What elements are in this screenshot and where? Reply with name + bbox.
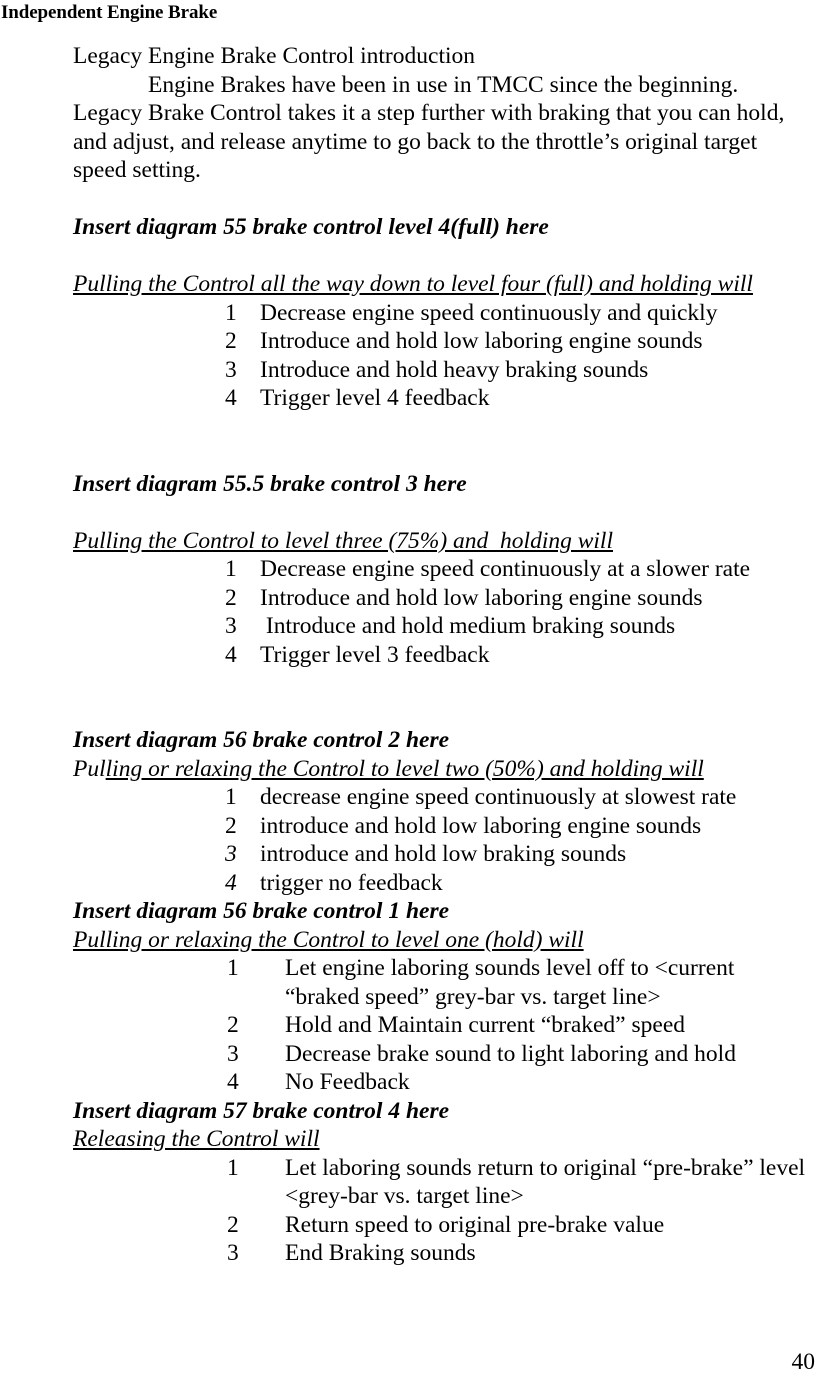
list-item-number: 4 bbox=[227, 1069, 239, 1095]
section-lead-in-3: Pulling or relaxing the Control to level… bbox=[73, 755, 808, 784]
list-item-text: Introduce and hold medium braking sounds bbox=[260, 613, 676, 639]
lead-in-underlined: Pulling the Control to level three (75%)… bbox=[73, 527, 613, 554]
list-item-number: 3 bbox=[225, 613, 237, 639]
list-item-text: Decrease engine speed continuously and q… bbox=[260, 299, 718, 326]
list-item-number: 3 bbox=[227, 1040, 239, 1067]
section-list-5: 1 Let laboring sounds return to original … bbox=[73, 1154, 808, 1268]
section-list-3: 1 decrease engine speed continuously at s… bbox=[73, 783, 808, 897]
list-item: 2 Return speed to original pre-brake valu… bbox=[73, 1211, 808, 1240]
page-title: Independent Engine Brake bbox=[1, 2, 218, 23]
list-item: 4 Trigger level 3 feedback bbox=[73, 641, 808, 670]
list-item: 1 Let engine laboring sounds level off to… bbox=[73, 954, 808, 1011]
list-item-number: 1 bbox=[225, 556, 237, 582]
list-item-text: trigger no feedback bbox=[260, 869, 443, 896]
list-item-number: 1 bbox=[225, 784, 237, 810]
section-heading-3: Insert diagram 56 brake control 2 here bbox=[73, 727, 450, 753]
section-lead-in-4: Pulling or relaxing the Control to level… bbox=[73, 926, 808, 955]
list-item-text: introduce and hold low braking sounds bbox=[260, 841, 627, 867]
list-item-text: No Feedback bbox=[285, 1069, 410, 1095]
intro-line-2: Engine Brakes have been in use in TMCC s… bbox=[73, 71, 808, 100]
list-item-text: decrease engine speed continuously at sl… bbox=[260, 784, 737, 810]
list-item-text: Trigger level 3 feedback bbox=[260, 641, 490, 668]
intro-line-2-text: Engine Brakes have been in use in TMCC s… bbox=[148, 71, 739, 98]
section-list-4: 1 Let engine laboring sounds level off to… bbox=[73, 954, 808, 1097]
list-item: 3 End Braking sounds bbox=[73, 1239, 808, 1268]
list-item: 1 decrease engine speed continuously at s… bbox=[73, 783, 808, 812]
section-heading-1: Insert diagram 55 brake control level 4(… bbox=[73, 214, 549, 240]
lead-in-underlined: Pulling or relaxing the Control to level… bbox=[73, 926, 584, 953]
section-lead-in-5: Releasing the Control will bbox=[73, 1125, 808, 1154]
list-item: 2 Hold and Maintain current “braked” spee… bbox=[73, 1011, 808, 1040]
section-heading-5: Insert diagram 57 brake control 4 here bbox=[73, 1097, 450, 1124]
list-item: 1 Decrease engine speed continuously at a… bbox=[73, 555, 808, 584]
document-body: Legacy Engine Brake Control introduction… bbox=[73, 22, 808, 1268]
list-item-text: introduce and hold low laboring engine s… bbox=[260, 812, 702, 839]
list-item: 2 Introduce and hold low laboring engine … bbox=[73, 584, 808, 613]
intro-line-3: Legacy Brake Control takes it a step fur… bbox=[73, 100, 785, 183]
list-item: 2 introduce and hold low laboring engine … bbox=[73, 812, 808, 841]
list-item: 3 Introduce and hold medium braking soun… bbox=[73, 612, 808, 641]
section-list-2: 1 Decrease engine speed continuously at a… bbox=[73, 555, 808, 669]
list-item-text: Hold and Maintain current “braked” speed bbox=[285, 1012, 685, 1038]
list-item-number: 3 bbox=[227, 1240, 239, 1266]
lead-in-underlined: Releasing the Control will bbox=[73, 1126, 320, 1152]
list-item-number: 2 bbox=[225, 584, 237, 611]
lead-in-underlined: ling or relaxing the Control to level tw… bbox=[105, 755, 704, 782]
list-item: 4 No Feedback bbox=[73, 1068, 808, 1097]
list-item-number: 4 bbox=[225, 385, 237, 411]
list-item-text: Introduce and hold heavy braking sounds bbox=[260, 356, 649, 383]
document-page: Independent Engine Brake Legacy Engine B… bbox=[0, 0, 823, 1384]
list-item: 4 trigger no feedback bbox=[73, 869, 808, 898]
section-list-1: 1 Decrease engine speed continuously and … bbox=[73, 299, 808, 413]
list-item-text: Introduce and hold low laboring engine s… bbox=[260, 328, 703, 354]
list-item-number: 4 bbox=[225, 641, 237, 668]
list-item-number: 1 bbox=[225, 299, 237, 326]
list-item: 1 Decrease engine speed continuously and … bbox=[73, 299, 808, 328]
list-item: 4 Trigger level 4 feedback bbox=[73, 384, 808, 413]
list-item-number: 3 bbox=[225, 841, 237, 867]
list-item: 3 introduce and hold low braking sounds bbox=[73, 840, 808, 869]
list-item-text: Decrease brake sound to light laboring a… bbox=[285, 1040, 736, 1067]
section-lead-in-2: Pulling the Control to level three (75%)… bbox=[73, 527, 808, 556]
section-heading-2: Insert diagram 55.5 brake control 3 here bbox=[73, 470, 467, 497]
list-item-number: 4 bbox=[225, 869, 237, 896]
page-number: 40 bbox=[791, 1349, 816, 1375]
list-item-number: 2 bbox=[227, 1211, 239, 1238]
list-item-text: End Braking sounds bbox=[285, 1240, 476, 1266]
list-item-number: 1 bbox=[227, 1154, 239, 1181]
lead-in-plain: Pul bbox=[73, 755, 106, 782]
list-item-text: Let laboring sounds return to original “… bbox=[285, 1154, 811, 1210]
section-lead-in-1: Pulling the Control all the way down to … bbox=[73, 270, 808, 299]
list-item-number: 1 bbox=[227, 955, 239, 981]
list-item-number: 2 bbox=[225, 328, 237, 354]
list-item-number: 2 bbox=[227, 1012, 239, 1038]
list-item-text: Return speed to original pre-brake value bbox=[285, 1211, 665, 1238]
list-item-text: Decrease engine speed continuously at a … bbox=[260, 556, 751, 582]
list-item: 3 Introduce and hold heavy braking sounds bbox=[73, 356, 808, 385]
intro-line-1: Legacy Engine Brake Control introduction bbox=[73, 43, 476, 69]
list-item-text: Let engine laboring sounds level off to … bbox=[285, 955, 741, 1010]
list-item: 3 Decrease brake sound to light laboring … bbox=[73, 1040, 808, 1069]
list-item-number: 2 bbox=[225, 812, 237, 839]
list-item: 2 Introduce and hold low laboring engine … bbox=[73, 327, 808, 356]
section-heading-4: Insert diagram 56 brake control 1 here bbox=[73, 898, 450, 924]
list-item-number: 3 bbox=[225, 356, 237, 383]
list-item-text: Trigger level 4 feedback bbox=[260, 385, 490, 411]
list-item-text: Introduce and hold low laboring engine s… bbox=[260, 584, 703, 611]
lead-in-underlined: Pulling the Control all the way down to … bbox=[73, 271, 753, 297]
list-item: 1 Let laboring sounds return to original … bbox=[73, 1154, 808, 1211]
